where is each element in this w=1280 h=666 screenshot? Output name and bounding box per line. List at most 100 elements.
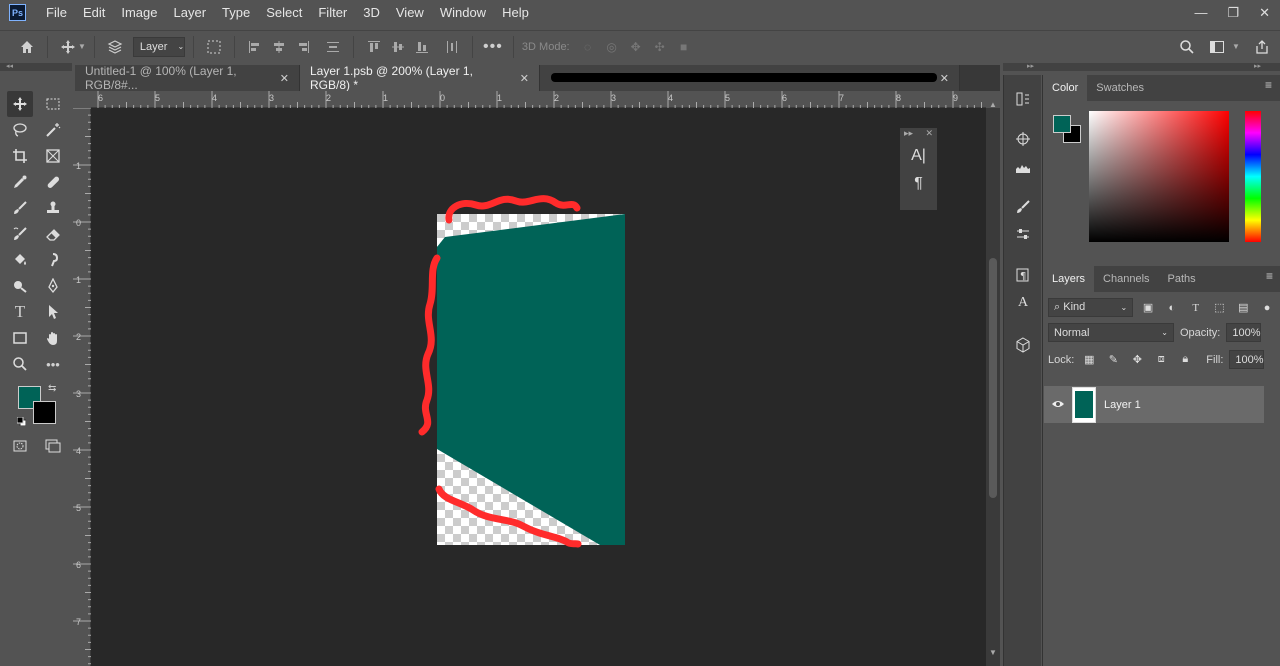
canvas-area[interactable]: ▸▸ ✕ A| ¶ xyxy=(91,108,986,666)
crop-tool-icon[interactable] xyxy=(7,143,33,169)
align-top-icon[interactable] xyxy=(362,35,386,59)
tab-paths[interactable]: Paths xyxy=(1159,266,1205,292)
menu-filter[interactable]: Filter xyxy=(310,0,355,25)
zoom-tool-icon[interactable] xyxy=(7,351,33,377)
move-tool-icon[interactable] xyxy=(7,91,33,117)
scrollbar-thumb[interactable] xyxy=(989,258,997,498)
menu-window[interactable]: Window xyxy=(432,0,494,25)
ruler-horizontal[interactable]: 6 5 4 3 2 1 0 1 2 3 4 5 6 7 8 9 xyxy=(91,91,986,108)
marquee-tool-icon[interactable] xyxy=(40,91,66,117)
screen-mode-icon[interactable] xyxy=(40,433,66,459)
drag-3d-icon[interactable]: ✥ xyxy=(624,35,648,59)
menu-layer[interactable]: Layer xyxy=(166,0,215,25)
share-icon[interactable] xyxy=(1250,35,1274,59)
lock-transparent-icon[interactable]: ▦ xyxy=(1080,353,1098,366)
eraser-icon[interactable] xyxy=(40,221,66,247)
scale-3d-icon[interactable]: ■ xyxy=(672,35,696,59)
tab-channels[interactable]: Channels xyxy=(1094,266,1158,292)
align-middle-icon[interactable] xyxy=(386,35,410,59)
chevron-down-icon[interactable]: ▼ xyxy=(78,42,86,51)
histogram-icon[interactable] xyxy=(1011,155,1035,179)
healing-brush-icon[interactable] xyxy=(40,169,66,195)
close-icon[interactable]: ✕ xyxy=(940,72,949,85)
navigator-icon[interactable] xyxy=(1011,127,1035,151)
hand-tool-icon[interactable] xyxy=(40,325,66,351)
eye-icon[interactable] xyxy=(1044,398,1072,412)
clone-stamp-icon[interactable] xyxy=(40,195,66,221)
ruler-vertical[interactable]: 1 0 1 2 3 4 5 6 7 xyxy=(73,108,91,666)
color-spectrum-field[interactable] xyxy=(1089,111,1229,242)
menu-3d[interactable]: 3D xyxy=(355,0,388,25)
orbit-3d-icon[interactable]: ◌ xyxy=(576,35,600,59)
scroll-up-icon[interactable]: ▲ xyxy=(989,100,997,109)
filter-adjustment-icon[interactable]: ◐ xyxy=(1163,302,1181,314)
tab-color[interactable]: Color xyxy=(1043,75,1088,101)
edit-toolbar-icon[interactable]: ••• xyxy=(40,351,66,377)
paragraph-styles-icon[interactable]: ¶ xyxy=(1011,263,1035,287)
lock-all-icon[interactable]: 🔒︎ xyxy=(1176,353,1194,366)
align-left-icon[interactable] xyxy=(243,35,267,59)
brushes-icon[interactable] xyxy=(1011,195,1035,219)
panel-menu-icon[interactable]: ≡ xyxy=(1265,79,1272,91)
menu-file[interactable]: File xyxy=(38,0,75,25)
background-color-swatch[interactable] xyxy=(33,401,56,424)
search-icon[interactable] xyxy=(1175,35,1199,59)
workspace-icon[interactable] xyxy=(1205,35,1229,59)
menu-type[interactable]: Type xyxy=(214,0,258,25)
brush-settings-icon[interactable] xyxy=(1011,223,1035,247)
lock-artboard-icon[interactable]: ⧈ xyxy=(1152,353,1170,366)
close-window-button[interactable]: ✕ xyxy=(1259,5,1270,21)
auto-select-dropdown[interactable]: Layer ⌄ xyxy=(132,36,185,57)
character-styles-icon[interactable]: A xyxy=(1011,291,1035,315)
roll-3d-icon[interactable]: ◎ xyxy=(600,35,624,59)
menu-edit[interactable]: Edit xyxy=(75,0,113,25)
scroll-down-icon[interactable]: ▼ xyxy=(989,648,997,657)
pen-tool-icon[interactable] xyxy=(40,273,66,299)
close-icon[interactable]: ✕ xyxy=(925,128,933,142)
history-brush-icon[interactable] xyxy=(7,221,33,247)
3d-icon[interactable] xyxy=(1011,333,1035,357)
align-center-icon[interactable] xyxy=(267,35,291,59)
frame-tool-icon[interactable] xyxy=(40,143,66,169)
home-icon[interactable] xyxy=(15,35,39,59)
lock-position-icon[interactable]: ✥ xyxy=(1128,353,1146,366)
history-icon[interactable] xyxy=(1011,87,1035,111)
transform-controls-icon[interactable] xyxy=(202,35,226,59)
distribute-vertical-icon[interactable] xyxy=(440,35,464,59)
expand-icon[interactable]: ▸▸ xyxy=(904,128,913,142)
eyedropper-icon[interactable] xyxy=(7,169,33,195)
move-tool-icon[interactable] xyxy=(56,35,80,59)
restore-button[interactable]: ❐ xyxy=(1227,5,1239,21)
panels-collapse-bar[interactable]: ▸▸ ▸▸ xyxy=(1003,63,1280,71)
filter-shape-icon[interactable]: ⬚ xyxy=(1211,301,1229,314)
hue-slider[interactable] xyxy=(1245,111,1261,242)
filter-pixel-icon[interactable]: ▣ xyxy=(1139,301,1157,314)
filter-smart-object-icon[interactable]: ▤ xyxy=(1234,301,1252,314)
brush-tool-icon[interactable] xyxy=(7,195,33,221)
workspace-chevron-icon[interactable]: ▼ xyxy=(1232,42,1240,51)
menu-help[interactable]: Help xyxy=(494,0,537,25)
menu-view[interactable]: View xyxy=(388,0,432,25)
slide-3d-icon[interactable]: ✣ xyxy=(648,35,672,59)
default-colors-icon[interactable] xyxy=(16,415,27,427)
magic-wand-icon[interactable] xyxy=(40,117,66,143)
distribute-icon[interactable] xyxy=(321,35,345,59)
align-bottom-icon[interactable] xyxy=(410,35,434,59)
ruler-origin[interactable] xyxy=(73,91,91,108)
color-foreground-swatch[interactable] xyxy=(1053,115,1071,133)
lasso-tool-icon[interactable] xyxy=(7,117,33,143)
close-icon[interactable]: ✕ xyxy=(520,72,529,85)
more-options-icon[interactable]: ••• xyxy=(481,35,505,59)
document-canvas[interactable] xyxy=(91,108,986,666)
menu-image[interactable]: Image xyxy=(113,0,165,25)
opacity-input[interactable]: 100% xyxy=(1226,323,1262,342)
smudge-tool-icon[interactable] xyxy=(40,247,66,273)
filter-type-icon[interactable]: T xyxy=(1187,302,1205,314)
blend-mode-dropdown[interactable]: Normal ⌄ xyxy=(1048,323,1174,342)
rectangle-tool-icon[interactable] xyxy=(7,325,33,351)
vertical-scrollbar[interactable]: ▲ ▼ xyxy=(986,100,1000,666)
paint-bucket-icon[interactable] xyxy=(7,247,33,273)
align-right-icon[interactable] xyxy=(291,35,315,59)
lock-image-icon[interactable]: ✎ xyxy=(1104,353,1122,366)
tab-layer-1-psb[interactable]: Layer 1.psb @ 200% (Layer 1, RGB/8) * ✕ xyxy=(300,64,540,92)
